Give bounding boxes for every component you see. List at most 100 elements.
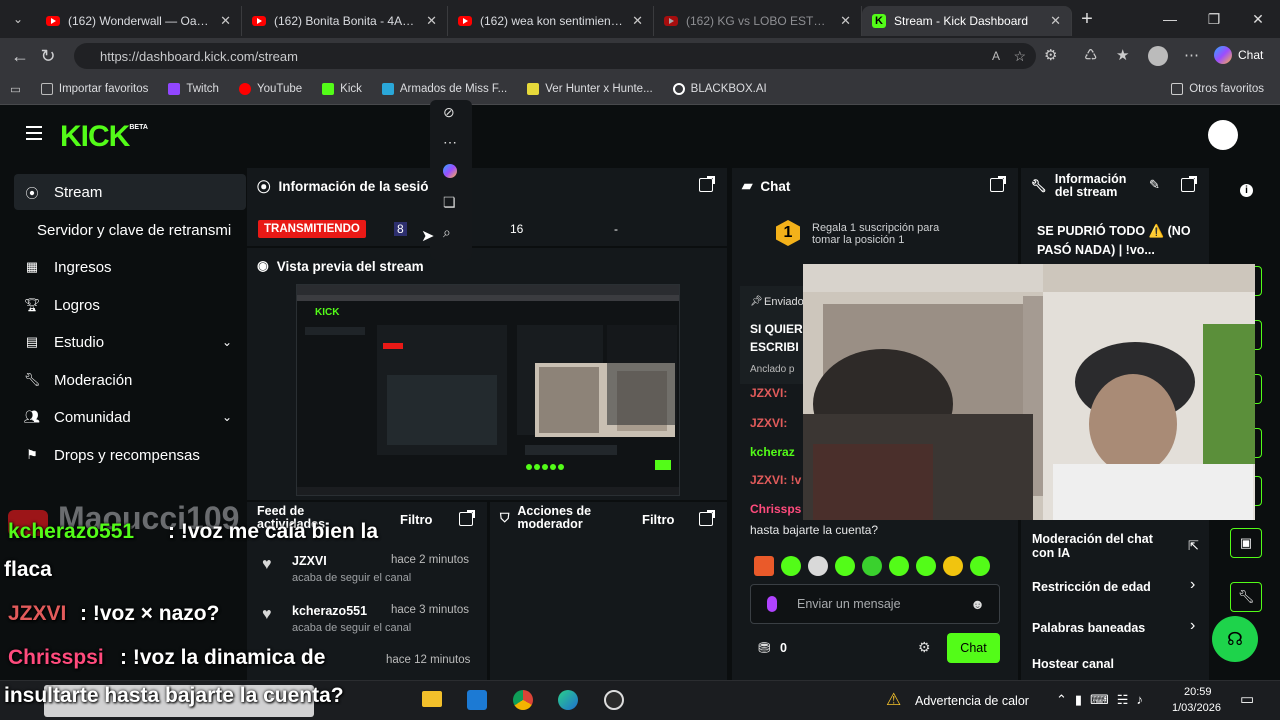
- banned-words-option[interactable]: Palabras baneadas: [1032, 621, 1145, 635]
- chat-message[interactable]: kcheraz: [750, 445, 795, 459]
- new-tab-icon[interactable]: +: [1072, 8, 1102, 31]
- bookmark-youtube[interactable]: YouTube: [229, 83, 312, 95]
- close-tab-icon[interactable]: ✕: [220, 13, 231, 29]
- popout-icon[interactable]: [699, 510, 715, 526]
- emote-icon[interactable]: [862, 556, 882, 576]
- copilot-chat-button[interactable]: Chat: [1214, 46, 1263, 64]
- ai-chat-moderation-option[interactable]: Moderación del chat con IA: [1032, 532, 1172, 560]
- obs-icon[interactable]: [604, 690, 624, 710]
- info-icon[interactable]: i: [1240, 184, 1253, 197]
- copy-icon[interactable]: ❏: [443, 194, 456, 211]
- bookmark-kick[interactable]: Kick: [312, 83, 372, 95]
- external-link-icon[interactable]: ⇱: [1188, 538, 1199, 554]
- emote-icon[interactable]: [808, 556, 828, 576]
- file-explorer-icon[interactable]: [422, 691, 442, 707]
- clock-date[interactable]: 1/03/2026: [1172, 702, 1221, 714]
- chevron-right-icon[interactable]: ›: [1190, 576, 1195, 594]
- copilot-icon[interactable]: [443, 164, 457, 178]
- bookmark-miss[interactable]: Armados de Miss F...: [372, 83, 517, 95]
- bookmark-other[interactable]: Otros favoritos: [1161, 83, 1274, 95]
- chevron-down-icon[interactable]: ⌄: [222, 410, 232, 424]
- sidebar-item-server-key[interactable]: Servidor y clave de retransmi: [14, 212, 246, 248]
- emote-icon[interactable]: [943, 556, 963, 576]
- read-aloud-icon[interactable]: A: [992, 49, 1000, 63]
- tab-actions-button[interactable]: ⌄: [0, 12, 36, 26]
- close-tab-icon[interactable]: ✕: [632, 13, 643, 29]
- outlook-icon[interactable]: [467, 690, 487, 710]
- bookmark-blackbox[interactable]: BLACKBOX.AI: [663, 83, 777, 95]
- points-icon[interactable]: ⛃: [758, 639, 771, 657]
- chat-send-button[interactable]: Chat: [947, 633, 1000, 663]
- chat-input[interactable]: Enviar un mensaje ☻: [750, 584, 1000, 624]
- host-channel-option[interactable]: Hostear canal: [1032, 657, 1114, 671]
- chat-settings-icon[interactable]: ⚙: [918, 639, 931, 656]
- chat-message[interactable]: JZXVI:: [750, 386, 787, 400]
- chevron-right-icon[interactable]: ›: [1190, 617, 1195, 635]
- layout-button[interactable]: ▣: [1230, 528, 1262, 558]
- hide-icon[interactable]: ⊘: [443, 104, 455, 121]
- sidebar-item-achievements[interactable]: 🏆︎ Logros: [14, 287, 246, 323]
- sidebar-item-income[interactable]: ▦ Ingresos: [14, 249, 246, 285]
- close-tab-icon[interactable]: ✕: [1050, 13, 1061, 29]
- maximize-icon[interactable]: ❐: [1192, 11, 1236, 28]
- heat-warning-text[interactable]: Advertencia de calor: [915, 694, 1029, 708]
- chat-message[interactable]: JZXVI: !v: [750, 473, 801, 487]
- reload-icon[interactable]: ↻: [34, 46, 62, 67]
- popout-icon[interactable]: [459, 510, 475, 526]
- close-tab-icon[interactable]: ✕: [840, 13, 851, 29]
- more-icon[interactable]: ⋯: [443, 134, 457, 151]
- browser-tab-3[interactable]: (162) wea kon sentimiento : Rk ✕: [448, 6, 654, 36]
- profile-icon[interactable]: [1148, 46, 1168, 66]
- bookmark-hunter[interactable]: Ver Hunter x Hunte...: [517, 83, 662, 95]
- popout-icon[interactable]: [990, 176, 1006, 192]
- chevron-down-icon[interactable]: ⌄: [222, 335, 232, 349]
- search-icon[interactable]: ⌕: [443, 224, 451, 241]
- sidebar-item-stream[interactable]: ⦿ Stream: [14, 174, 246, 210]
- microphone-icon[interactable]: [767, 596, 777, 612]
- bookmark-twitch[interactable]: Twitch: [158, 83, 229, 95]
- minimize-icon[interactable]: —: [1148, 11, 1192, 27]
- bookmark-import[interactable]: Importar favoritos: [31, 83, 158, 95]
- browser-tab-1[interactable]: (162) Wonderwall — Oasis || Su ✕: [36, 6, 242, 36]
- favorites-icon[interactable]: ★: [1116, 46, 1129, 64]
- edge-icon[interactable]: [558, 690, 578, 710]
- filter-button[interactable]: Filtro: [642, 512, 675, 527]
- collections-icon[interactable]: ♺: [1084, 46, 1097, 64]
- sidebar-toggle-icon[interactable]: ▭: [0, 82, 31, 96]
- menu-icon[interactable]: [26, 126, 42, 144]
- emote-icon[interactable]: [835, 556, 855, 576]
- popout-icon[interactable]: [1181, 176, 1197, 192]
- close-tab-icon[interactable]: ✕: [426, 13, 437, 29]
- support-chat-button[interactable]: ☊: [1212, 616, 1258, 662]
- sidebar-item-drops[interactable]: ⚑ Drops y recompensas: [14, 437, 246, 473]
- emote-icon[interactable]: [970, 556, 990, 576]
- popout-icon[interactable]: [699, 176, 715, 192]
- more-menu-icon[interactable]: ⋯: [1184, 46, 1199, 64]
- chat-message[interactable]: JZXVI:: [750, 416, 787, 430]
- notifications-icon[interactable]: ▭: [1240, 690, 1254, 708]
- back-icon[interactable]: ←: [6, 46, 34, 67]
- avatar[interactable]: [1208, 120, 1238, 150]
- emote-icon[interactable]: [916, 556, 936, 576]
- tools-button[interactable]: 🔧︎: [1230, 582, 1262, 612]
- extensions-icon[interactable]: ⚙: [1044, 46, 1057, 64]
- browser-tab-2[interactable]: (162) Bonita Bonita - 4AMTapes ✕: [242, 6, 448, 36]
- browser-tab-kick[interactable]: K Stream - Kick Dashboard ✕: [862, 6, 1072, 36]
- clock-time[interactable]: 20:59: [1184, 686, 1212, 698]
- sidebar-item-community[interactable]: 👥︎ Comunidad ⌄: [14, 399, 246, 435]
- sidebar-item-studio[interactable]: ▤ Estudio ⌄: [14, 324, 246, 360]
- emote-icon[interactable]: [889, 556, 909, 576]
- sidebar-item-moderation[interactable]: 🔧︎ Moderación: [14, 362, 246, 398]
- url-field[interactable]: https://dashboard.kick.com/stream A ☆: [74, 43, 1036, 69]
- chrome-icon[interactable]: [513, 690, 533, 710]
- favorite-star-icon[interactable]: ☆: [1013, 48, 1026, 65]
- edit-icon[interactable]: ✎: [1149, 177, 1160, 193]
- chat-message[interactable]: Chrissps: [750, 502, 801, 516]
- emoji-icon[interactable]: ☻: [970, 596, 985, 612]
- age-restriction-option[interactable]: Restricción de edad: [1032, 580, 1151, 594]
- pinned-message[interactable]: 📌︎ Enviado SI QUIER ESCRIBI Anclado p: [740, 286, 806, 384]
- browser-tab-4[interactable]: (162) KG vs LOBO ESTEPARIO | E ✕: [654, 6, 862, 36]
- kick-logo[interactable]: KICKBETA: [60, 120, 148, 154]
- close-window-icon[interactable]: ✕: [1236, 11, 1280, 28]
- emote-icon[interactable]: [781, 556, 801, 576]
